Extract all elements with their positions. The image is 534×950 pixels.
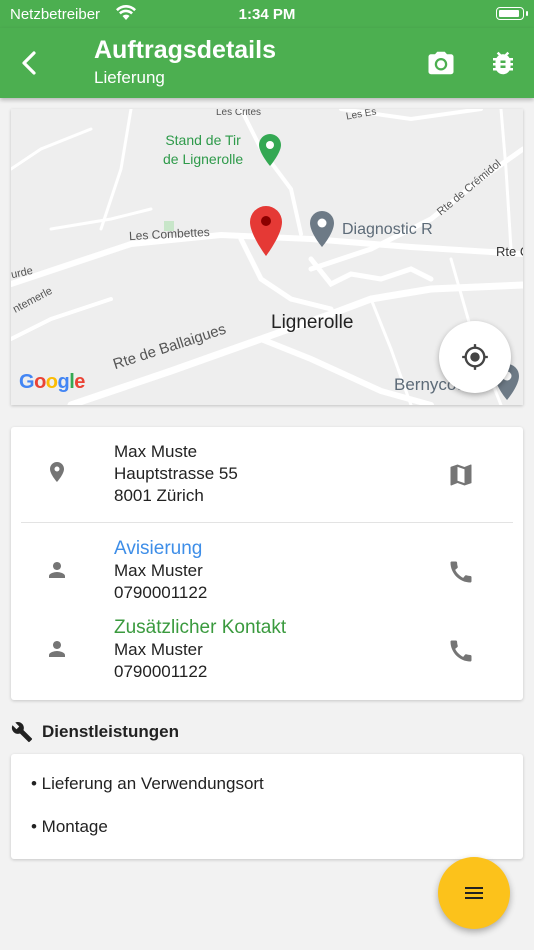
- address-name: Max Muste: [114, 442, 198, 461]
- app-bar: Auftragsdetails Lieferung: [0, 28, 534, 98]
- contact-label-zusaetzlich: Zusätzlicher Kontakt: [114, 617, 287, 638]
- camera-icon[interactable]: [426, 48, 456, 78]
- red-pin-icon[interactable]: [250, 206, 282, 261]
- arrow-back-icon[interactable]: [14, 47, 46, 79]
- status-bar: Netzbetreiber 1:34 PM: [0, 0, 534, 28]
- wrench-icon: [11, 721, 33, 748]
- address-street: Hauptstrasse 55: [114, 464, 238, 483]
- google-logo: Google: [19, 371, 85, 393]
- address-city: 8001 Zürich: [114, 486, 204, 505]
- poi-label-text: Stand de Tir de Lignerolle: [163, 132, 244, 167]
- contact-phone: 0790001122: [114, 662, 208, 681]
- page-subtitle: Lieferung: [94, 68, 165, 87]
- my-location-button[interactable]: [439, 321, 511, 393]
- services-card: • Lieferung an Verwendungsort • Montage: [11, 754, 523, 859]
- road-label-rte-c: Rte C: [496, 244, 523, 259]
- contact-row-zusaetzlich: Zusätzlicher Kontakt Max Muster 07900011…: [11, 617, 523, 685]
- contact-label-avisierung: Avisierung: [114, 538, 203, 559]
- location-pin-icon: [45, 457, 69, 492]
- contact-phone: 0790001122: [114, 583, 208, 602]
- phone-icon[interactable]: [447, 637, 475, 670]
- person-icon: [45, 558, 69, 587]
- gray-pin-icon[interactable]: [310, 211, 334, 252]
- contact-name: Max Muster: [114, 640, 203, 659]
- services-title: Dienstleistungen: [42, 722, 179, 741]
- divider: [21, 522, 513, 523]
- battery-level: [499, 10, 519, 17]
- service-item: • Lieferung an Verwendungsort: [31, 774, 264, 793]
- contact-row-avisierung: Avisierung Max Muster 0790001122: [11, 538, 523, 606]
- phone-icon[interactable]: [447, 558, 475, 591]
- bug-icon[interactable]: [488, 48, 518, 78]
- contact-name: Max Muster: [114, 561, 203, 580]
- map-icon[interactable]: [447, 461, 475, 494]
- poi-label-stand-de-tir[interactable]: Stand de Tir de Lignerolle: [163, 131, 243, 169]
- battery-icon: [496, 7, 528, 20]
- person-icon: [45, 637, 69, 666]
- map-view[interactable]: Stand de Tir de Lignerolle Diagnostic R …: [11, 109, 523, 405]
- poi-label-diagnostic[interactable]: Diagnostic R: [342, 221, 433, 239]
- address-contact-card: Max Muste Hauptstrasse 55 8001 Zürich Av…: [11, 427, 523, 700]
- road-label-crites: Les Crites: [216, 109, 262, 118]
- menu-fab[interactable]: [438, 857, 510, 929]
- page-title: Auftragsdetails: [94, 36, 276, 64]
- town-label-lignerolle: Lignerolle: [271, 312, 354, 333]
- clock: 1:34 PM: [238, 6, 296, 23]
- green-pin-icon[interactable]: [259, 134, 281, 171]
- address-row: Max Muste Hauptstrasse 55 8001 Zürich: [11, 441, 523, 511]
- service-item: • Montage: [31, 817, 108, 836]
